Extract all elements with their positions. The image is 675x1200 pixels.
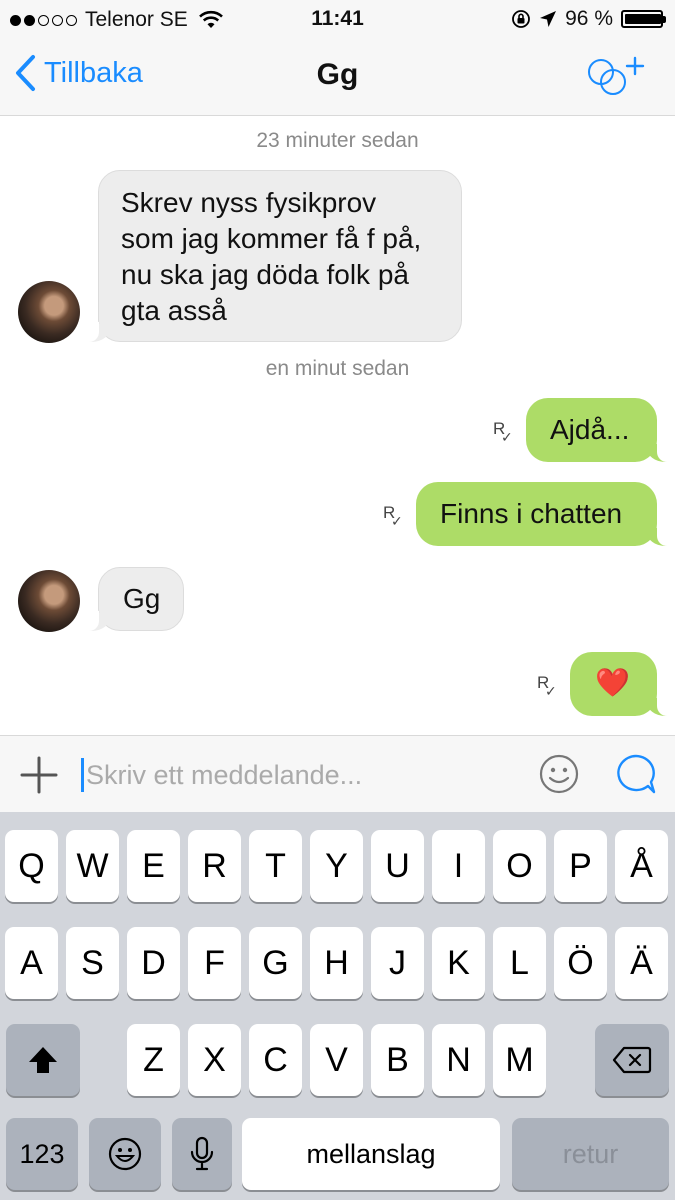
key-h[interactable]: H [310,927,363,999]
battery-percent: 96 % [565,7,613,30]
navigation-bar: Tillbaka Gg [0,38,675,116]
key-e[interactable]: E [127,830,180,902]
status-bar: Telenor SE 11:41 96 % [0,0,675,38]
chevron-left-icon [16,55,35,91]
key-x[interactable]: X [188,1024,241,1096]
read-receipt-icon: R ✓ [537,673,557,699]
key-o[interactable]: O [493,830,546,902]
key-y[interactable]: Y [310,830,363,902]
return-key[interactable]: retur [512,1118,669,1190]
add-attachment-icon[interactable] [18,754,60,796]
message-text: Gg [123,583,161,614]
heart-emoji: ❤️ [595,667,630,698]
status-right: 96 % [511,7,666,31]
shift-arrow-icon [29,1047,57,1073]
contact-avatar[interactable] [18,281,80,343]
message-timestamp: en minut sedan [265,357,410,380]
outgoing-message-bubble[interactable]: Ajdå... [526,398,671,462]
shift-key[interactable] [6,1024,80,1096]
message-line: som jag kommer få f på, [121,223,422,254]
key-f[interactable]: F [188,927,241,999]
key-p[interactable]: P [554,830,607,902]
key-j[interactable]: J [371,927,424,999]
key-k[interactable]: K [432,927,485,999]
key-v[interactable]: V [310,1024,363,1096]
back-label: Tillbaka [44,56,143,89]
key-ö[interactable]: Ö [554,927,607,999]
send-bubble-icon[interactable] [614,752,658,796]
add-participant-icon[interactable] [585,54,649,98]
contact-avatar[interactable] [18,570,80,632]
key-a[interactable]: A [5,927,58,999]
key-r[interactable]: R [188,830,241,902]
key-n[interactable]: N [432,1024,485,1096]
key-s[interactable]: S [66,927,119,999]
key-b[interactable]: B [371,1024,424,1096]
key-q[interactable]: Q [5,830,58,902]
key-t[interactable]: T [249,830,302,902]
message-timestamp: 23 minuter sedan [256,129,419,152]
text-cursor [81,758,84,792]
read-receipt-icon: R ✓ [493,419,513,445]
battery-icon [621,10,666,28]
key-l[interactable]: L [493,927,546,999]
message-text: Ajdå... [550,414,630,445]
key-m[interactable]: M [493,1024,546,1096]
space-key[interactable]: mellanslag [242,1118,500,1190]
message-line: Skrev nyss fysikprov [121,187,377,218]
key-z[interactable]: Z [127,1024,180,1096]
key-i[interactable]: I [432,830,485,902]
key-å[interactable]: Å [615,830,668,902]
outgoing-message-bubble[interactable]: ❤️ [570,652,671,716]
backspace-key[interactable] [595,1024,669,1096]
message-text: Finns i chatten [440,498,623,529]
message-input[interactable] [86,756,516,794]
emoji-icon[interactable] [538,753,580,795]
incoming-message-bubble[interactable]: Skrev nyss fysikprov som jag kommer få f… [85,170,462,342]
key-ä[interactable]: Ä [615,927,668,999]
key-u[interactable]: U [371,830,424,902]
keyboard: QWERTYUIOPÅ ASDFGHJKLÖÄ ZXCVBNM 123 mell… [0,812,675,1200]
read-receipt-icon: R ✓ [383,503,403,529]
numbers-key[interactable]: 123 [6,1118,78,1190]
microphone-icon [190,1136,214,1171]
backspace-icon [612,1046,652,1074]
message-line: nu ska jag döda folk på [121,259,409,290]
back-button[interactable]: Tillbaka [14,54,143,92]
key-w[interactable]: W [66,830,119,902]
emoji-face-icon [108,1137,142,1171]
message-list[interactable]: 23 minuter sedan Skrev nyss fysikprov so… [0,117,675,735]
message-line: gta asså [121,295,227,326]
outgoing-message-bubble[interactable]: Finns i chatten [416,482,671,546]
dictation-key[interactable] [172,1118,232,1190]
rotation-lock-icon [512,10,531,28]
location-arrow-icon [540,11,557,27]
key-g[interactable]: G [249,927,302,999]
incoming-message-bubble[interactable]: Gg [85,567,184,631]
emoji-keyboard-key[interactable] [89,1118,161,1190]
message-composer [0,735,675,812]
key-c[interactable]: C [249,1024,302,1096]
key-d[interactable]: D [127,927,180,999]
